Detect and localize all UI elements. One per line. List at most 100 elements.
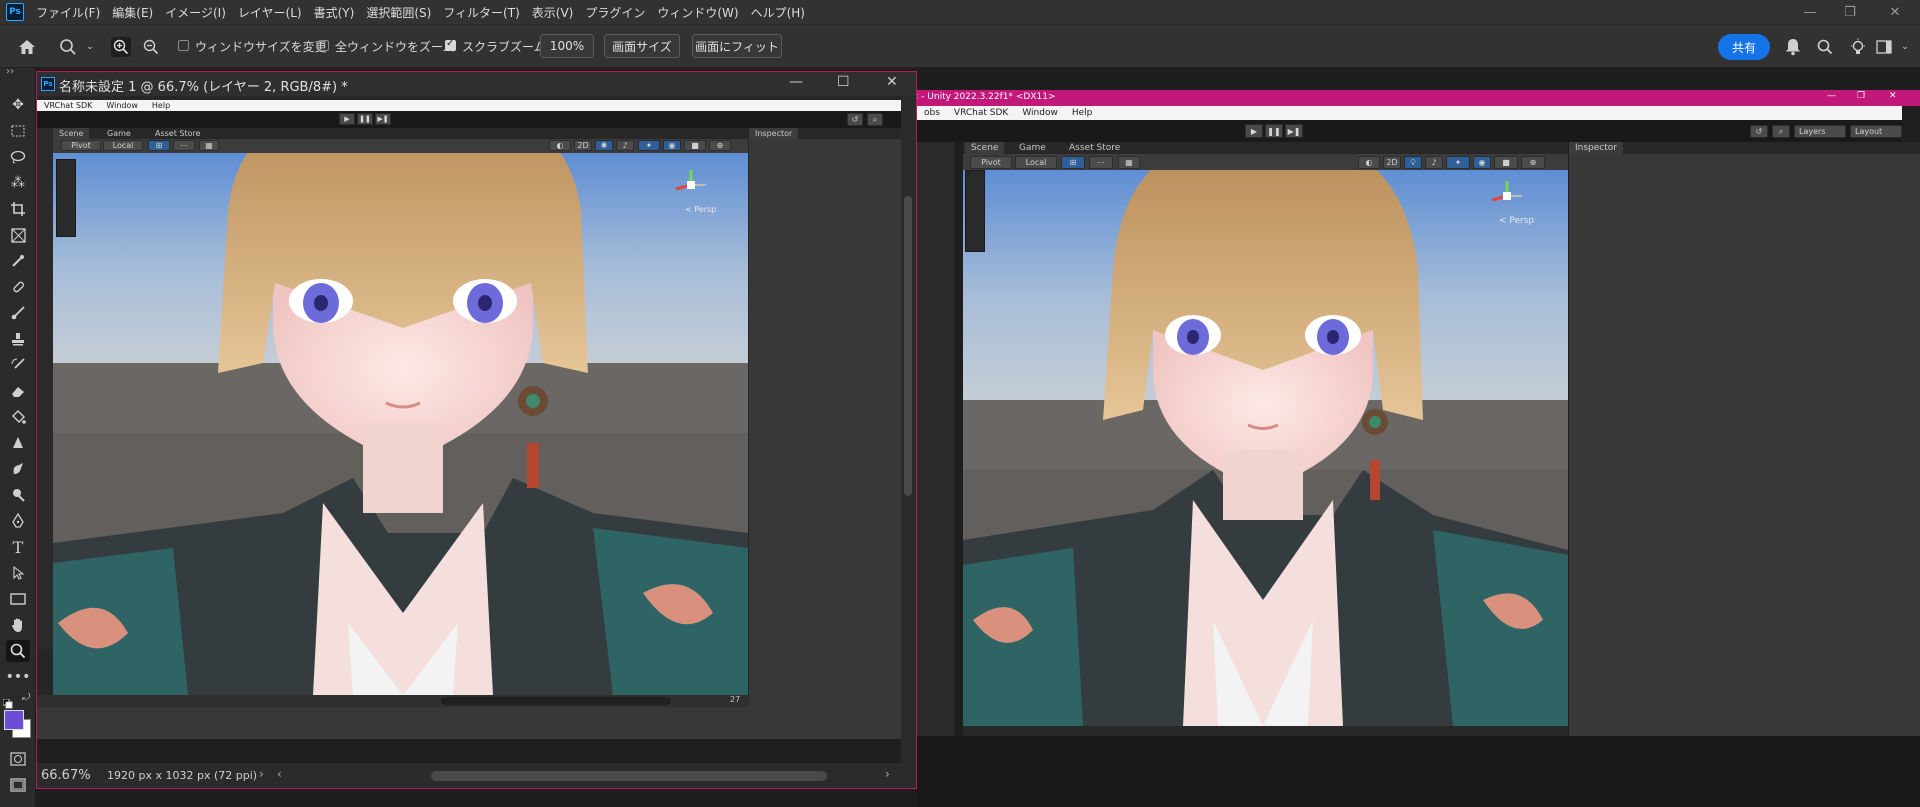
view-options-icon[interactable]: ▦ bbox=[1118, 156, 1140, 169]
pivot-dropdown[interactable]: Pivot bbox=[970, 156, 1012, 169]
bell-icon[interactable] bbox=[1783, 37, 1803, 57]
quick-mask-icon[interactable] bbox=[6, 748, 30, 770]
healing-brush-icon[interactable] bbox=[6, 276, 30, 298]
scene-gizmo[interactable] bbox=[673, 167, 709, 203]
effects-icon[interactable]: ✦ bbox=[1446, 156, 1470, 169]
history-brush-icon[interactable] bbox=[6, 354, 30, 376]
stamp-icon[interactable] bbox=[6, 328, 30, 350]
menu-select[interactable]: 選択範囲(S) bbox=[360, 4, 437, 21]
local-dropdown[interactable]: Local bbox=[1015, 156, 1057, 169]
more-icon[interactable]: ••• bbox=[6, 666, 31, 688]
chevron-right-icon[interactable]: › bbox=[259, 767, 264, 781]
lasso-icon[interactable] bbox=[6, 146, 30, 168]
move-icon[interactable]: ✥ bbox=[6, 94, 30, 116]
menu-window[interactable]: ウィンドウ(W) bbox=[651, 4, 744, 21]
chevron-down-icon[interactable]: ⌄ bbox=[80, 37, 100, 57]
play-icon[interactable]: ▶ bbox=[1245, 124, 1263, 138]
persp-label[interactable]: < Persp bbox=[1499, 216, 1534, 226]
menu-vrchat-sdk[interactable]: VRChat SDK bbox=[37, 101, 99, 110]
fit-screen-button[interactable]: 画面サイズ bbox=[604, 34, 680, 58]
zoom-in-icon[interactable] bbox=[111, 37, 131, 57]
tab-asset-store[interactable]: Asset Store bbox=[149, 128, 207, 139]
crop-icon[interactable] bbox=[6, 198, 30, 220]
tab-game[interactable]: Game bbox=[101, 128, 137, 139]
search-icon[interactable]: ⌕ bbox=[1772, 125, 1790, 138]
zoom-level[interactable]: 66.67% bbox=[41, 768, 91, 783]
brush-icon[interactable] bbox=[6, 302, 30, 324]
menu-layer[interactable]: レイヤー(L) bbox=[232, 4, 308, 21]
lighting-icon[interactable]: ✺ bbox=[595, 140, 613, 151]
snap-increment-icon[interactable]: ⋯ bbox=[1089, 156, 1113, 169]
tab-asset-store[interactable]: Asset Store bbox=[1063, 142, 1126, 154]
horizontal-scrollbar-thumb[interactable] bbox=[431, 771, 827, 781]
scene-viewport[interactable]: < Persp bbox=[53, 153, 748, 695]
scene-viewport[interactable]: < Persp bbox=[963, 170, 1568, 726]
pivot-dropdown[interactable]: Pivot bbox=[61, 140, 101, 151]
screen-mode-icon[interactable] bbox=[6, 774, 30, 796]
tab-scene[interactable]: Scene bbox=[965, 142, 1005, 154]
local-dropdown[interactable]: Local bbox=[103, 140, 143, 151]
scrubby-zoom-checkbox[interactable] bbox=[445, 38, 456, 51]
eraser-icon[interactable] bbox=[6, 380, 30, 402]
tab-scene[interactable]: Scene bbox=[53, 128, 90, 139]
tab-inspector[interactable]: Inspector bbox=[749, 128, 799, 139]
gizmos-icon[interactable]: ⊕ bbox=[709, 140, 731, 151]
play-icon[interactable]: ▶ bbox=[339, 113, 355, 125]
step-icon[interactable]: ▶❚ bbox=[375, 113, 391, 125]
history-icon[interactable]: ↺ bbox=[847, 113, 863, 126]
camera-icon[interactable]: ■ bbox=[684, 140, 706, 151]
vertical-scrollbar[interactable] bbox=[901, 96, 916, 763]
menu-type[interactable]: 書式(Y) bbox=[308, 4, 361, 21]
audio-icon[interactable]: ♪ bbox=[1425, 156, 1443, 169]
grid-snap-icon[interactable]: ⊞ bbox=[148, 140, 170, 151]
eyedropper-icon[interactable] bbox=[6, 250, 30, 272]
frame-icon[interactable] bbox=[6, 224, 30, 246]
zoom-value-button[interactable]: 100% bbox=[540, 34, 594, 58]
resize-windows-checkbox[interactable] bbox=[178, 40, 189, 51]
menu-view[interactable]: 表示(V) bbox=[526, 4, 580, 21]
snap-increment-icon[interactable]: ⋯ bbox=[173, 140, 195, 151]
gizmos-icon[interactable]: ⊕ bbox=[1521, 156, 1545, 169]
type-icon[interactable]: T bbox=[6, 536, 30, 558]
zoom-icon[interactable] bbox=[6, 640, 30, 662]
menu-image[interactable]: イメージ(I) bbox=[159, 4, 232, 21]
close-icon[interactable]: ✕ bbox=[1875, 0, 1915, 24]
menu-edit[interactable]: 編集(E) bbox=[106, 4, 159, 21]
rectangle-icon[interactable] bbox=[6, 588, 30, 610]
home-icon[interactable] bbox=[17, 37, 37, 57]
search-icon[interactable] bbox=[1815, 37, 1835, 57]
camera-icon[interactable]: ■ bbox=[1494, 156, 1518, 169]
pause-icon[interactable]: ❚❚ bbox=[357, 113, 373, 125]
history-icon[interactable]: ↺ bbox=[1750, 125, 1768, 138]
scene-tool-palette[interactable] bbox=[56, 159, 76, 237]
zoom-tool-preset-icon[interactable] bbox=[58, 37, 78, 57]
visibility-icon[interactable]: ◉ bbox=[1473, 156, 1491, 169]
swap-colors-icon[interactable]: ⤾ bbox=[22, 692, 30, 703]
scene-tool-palette[interactable] bbox=[965, 170, 985, 252]
draw-mode-icon[interactable]: ◐ bbox=[1358, 156, 1380, 169]
menu-help[interactable]: Help bbox=[1065, 108, 1100, 118]
marquee-icon[interactable] bbox=[6, 120, 30, 142]
layers-dropdown[interactable]: Layers bbox=[1794, 125, 1846, 138]
scene-gizmo[interactable] bbox=[1489, 178, 1525, 214]
menu-window[interactable]: Window bbox=[1015, 108, 1065, 118]
minimize-icon[interactable]: — bbox=[1827, 91, 1836, 101]
path-select-icon[interactable] bbox=[6, 562, 30, 584]
lighting-icon[interactable]: 💡︎ bbox=[1404, 156, 1422, 169]
foreground-color-swatch[interactable] bbox=[4, 710, 24, 730]
menu-filter[interactable]: フィルター(T) bbox=[437, 4, 525, 21]
dodge-icon[interactable] bbox=[6, 484, 30, 506]
step-icon[interactable]: ▶❚ bbox=[1285, 124, 1303, 138]
restore-icon[interactable]: ❐ bbox=[1830, 0, 1870, 24]
hand-icon[interactable] bbox=[6, 614, 30, 636]
zoom-out-icon[interactable] bbox=[141, 37, 161, 57]
lightbulb-icon[interactable] bbox=[1848, 37, 1868, 57]
view-options-icon[interactable]: ▦ bbox=[199, 140, 219, 151]
menu-plugins[interactable]: プラグイン bbox=[579, 4, 651, 21]
search-icon[interactable]: ⌕ bbox=[867, 113, 883, 126]
chevron-right-icon[interactable]: › bbox=[885, 767, 890, 781]
collapse-toolbar-icon[interactable]: ›› bbox=[6, 66, 14, 77]
tab-inspector[interactable]: Inspector bbox=[1569, 142, 1623, 154]
zoom-all-checkbox[interactable] bbox=[318, 40, 329, 51]
grid-snap-icon[interactable]: ⊞ bbox=[1061, 156, 1085, 169]
